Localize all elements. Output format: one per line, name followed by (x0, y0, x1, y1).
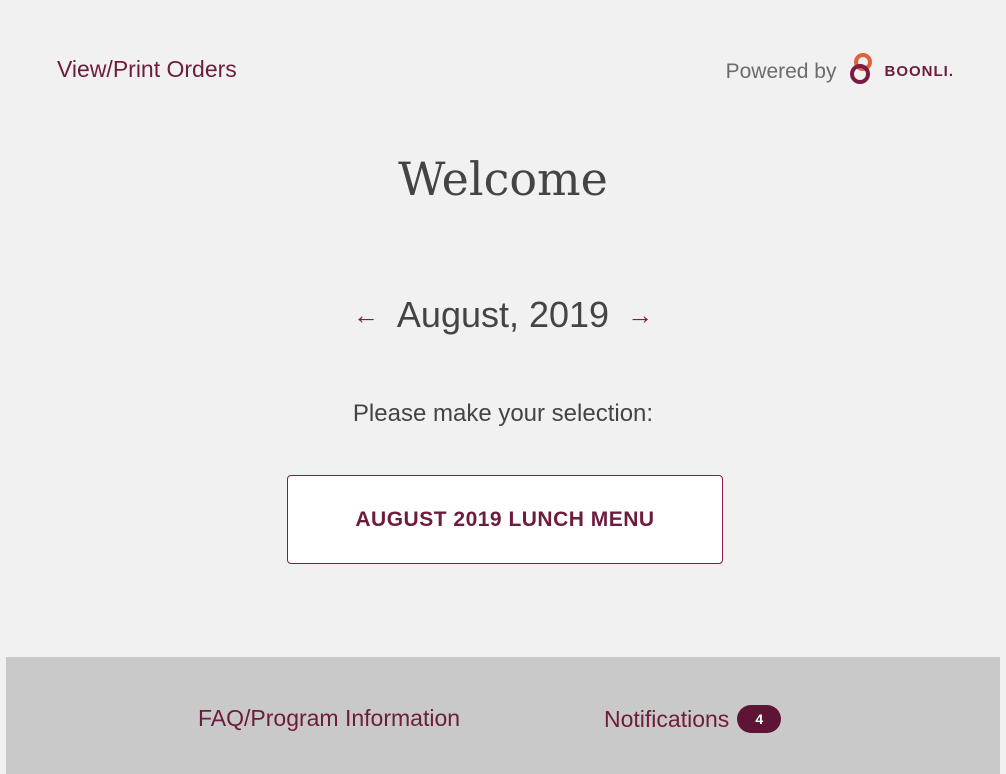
arrow-right-icon[interactable]: → (627, 300, 653, 331)
notifications-label: Notifications (604, 705, 730, 732)
arrow-left-icon[interactable]: ← (353, 300, 379, 331)
faq-link[interactable]: FAQ/Program Information (198, 705, 460, 732)
month-navigation: ← August, 2019 → (0, 294, 1006, 336)
month-label: August, 2019 (396, 294, 610, 335)
brand-logo: BOONLI. (847, 52, 955, 91)
footer: FAQ/Program Information Notifications 4 (6, 657, 1000, 774)
view-print-orders-link[interactable]: View/Print Orders (57, 56, 237, 83)
top-bar: View/Print Orders Powered by BOONLI. (0, 0, 1006, 140)
lunch-menu-button[interactable]: AUGUST 2019 LUNCH MENU (287, 475, 723, 564)
selection-prompt: Please make your selection: (352, 400, 654, 427)
notifications-link[interactable]: Notifications 4 (604, 705, 782, 733)
powered-by-label: Powered by (725, 59, 837, 83)
powered-by: Powered by BOONLI. (726, 52, 954, 91)
welcome-title: Welcome (398, 152, 608, 206)
boonli-logo-icon (847, 52, 881, 91)
lunch-menu-button-label: AUGUST 2019 LUNCH MENU (355, 507, 655, 531)
notifications-badge: 4 (737, 705, 782, 733)
brand-name: BOONLI. (884, 63, 954, 80)
